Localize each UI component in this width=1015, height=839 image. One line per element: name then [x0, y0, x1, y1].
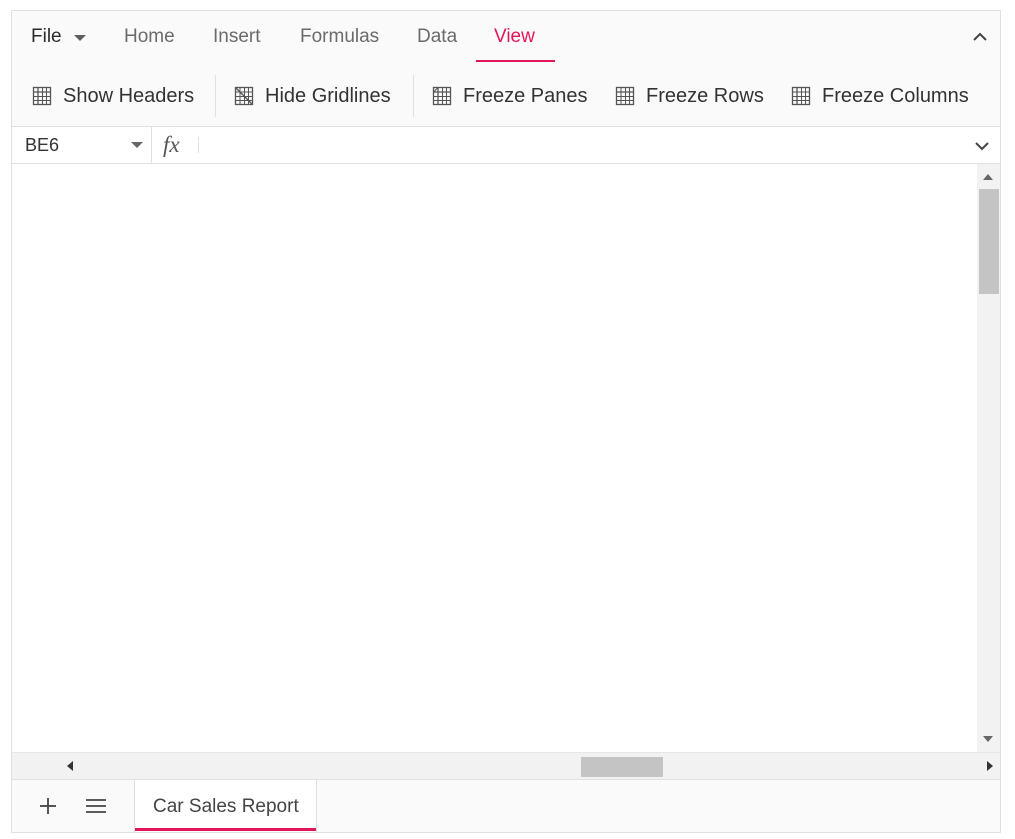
freeze-columns-button[interactable]: Freeze Columns [791, 83, 969, 109]
hide-gridlines-button[interactable]: Hide Gridlines [234, 83, 391, 109]
formula-separator [198, 137, 199, 153]
tab-file[interactable]: File [31, 25, 62, 49]
scroll-up-icon[interactable] [983, 174, 993, 180]
sheet-tab-bar: Car Sales Report [12, 779, 1000, 832]
horizontal-scroll-thumb[interactable] [581, 757, 663, 777]
freeze-panes-icon [432, 86, 452, 106]
toolbar-separator [215, 75, 216, 117]
formula-bar: BE6 fx [12, 127, 1000, 164]
tab-home[interactable]: Home [124, 25, 175, 49]
freeze-columns-label: Freeze Columns [822, 84, 969, 107]
active-tab-indicator [476, 60, 555, 62]
active-sheet-indicator [135, 828, 316, 831]
freeze-rows-icon [615, 86, 635, 106]
name-box-dropdown-icon[interactable] [131, 142, 143, 148]
fx-icon: fx [163, 132, 180, 157]
tab-insert[interactable]: Insert [213, 25, 261, 49]
freeze-columns-icon [791, 86, 811, 106]
ribbon-tab-bar: File Home Insert Formulas Data View [12, 11, 1000, 65]
spreadsheet-container: File Home Insert Formulas Data View Show… [11, 10, 1001, 833]
freeze-rows-label: Freeze Rows [646, 84, 764, 107]
freeze-rows-button[interactable]: Freeze Rows [615, 83, 764, 109]
freeze-panes-button[interactable]: Freeze Panes [432, 83, 588, 109]
name-box-value: BE6 [25, 135, 60, 155]
sheet-tab-car-sales-report[interactable]: Car Sales Report [134, 780, 317, 832]
tab-data[interactable]: Data [417, 25, 457, 49]
gridlines-icon [234, 86, 254, 106]
ribbon-toolbar: Show Headers Hide Gridlines Freeze Panes… [12, 65, 1000, 127]
sheet-grid[interactable] [12, 164, 977, 752]
chevron-up-icon[interactable] [972, 29, 988, 45]
vertical-scrollbar[interactable] [977, 164, 1000, 752]
scroll-down-icon[interactable] [983, 736, 993, 742]
file-dropdown-caret-icon[interactable] [74, 35, 86, 41]
vertical-scroll-thumb[interactable] [979, 189, 999, 294]
chevron-down-icon[interactable] [973, 137, 991, 155]
hamburger-icon[interactable] [85, 796, 107, 816]
table-grid-icon [32, 86, 52, 106]
hide-gridlines-label: Hide Gridlines [265, 84, 391, 107]
scroll-left-icon[interactable] [67, 761, 73, 771]
show-headers-label: Show Headers [63, 84, 195, 107]
toolbar-separator [413, 75, 414, 117]
tab-view[interactable]: View [494, 25, 535, 49]
freeze-panes-label: Freeze Panes [463, 84, 588, 107]
plus-icon[interactable] [37, 795, 59, 817]
show-headers-button[interactable]: Show Headers [32, 83, 194, 109]
scroll-right-icon[interactable] [987, 761, 993, 771]
sheet-tab-label: Car Sales Report [153, 796, 299, 817]
tab-formulas[interactable]: Formulas [300, 25, 379, 49]
horizontal-scrollbar[interactable] [12, 752, 1000, 779]
name-box[interactable]: BE6 [12, 127, 152, 163]
